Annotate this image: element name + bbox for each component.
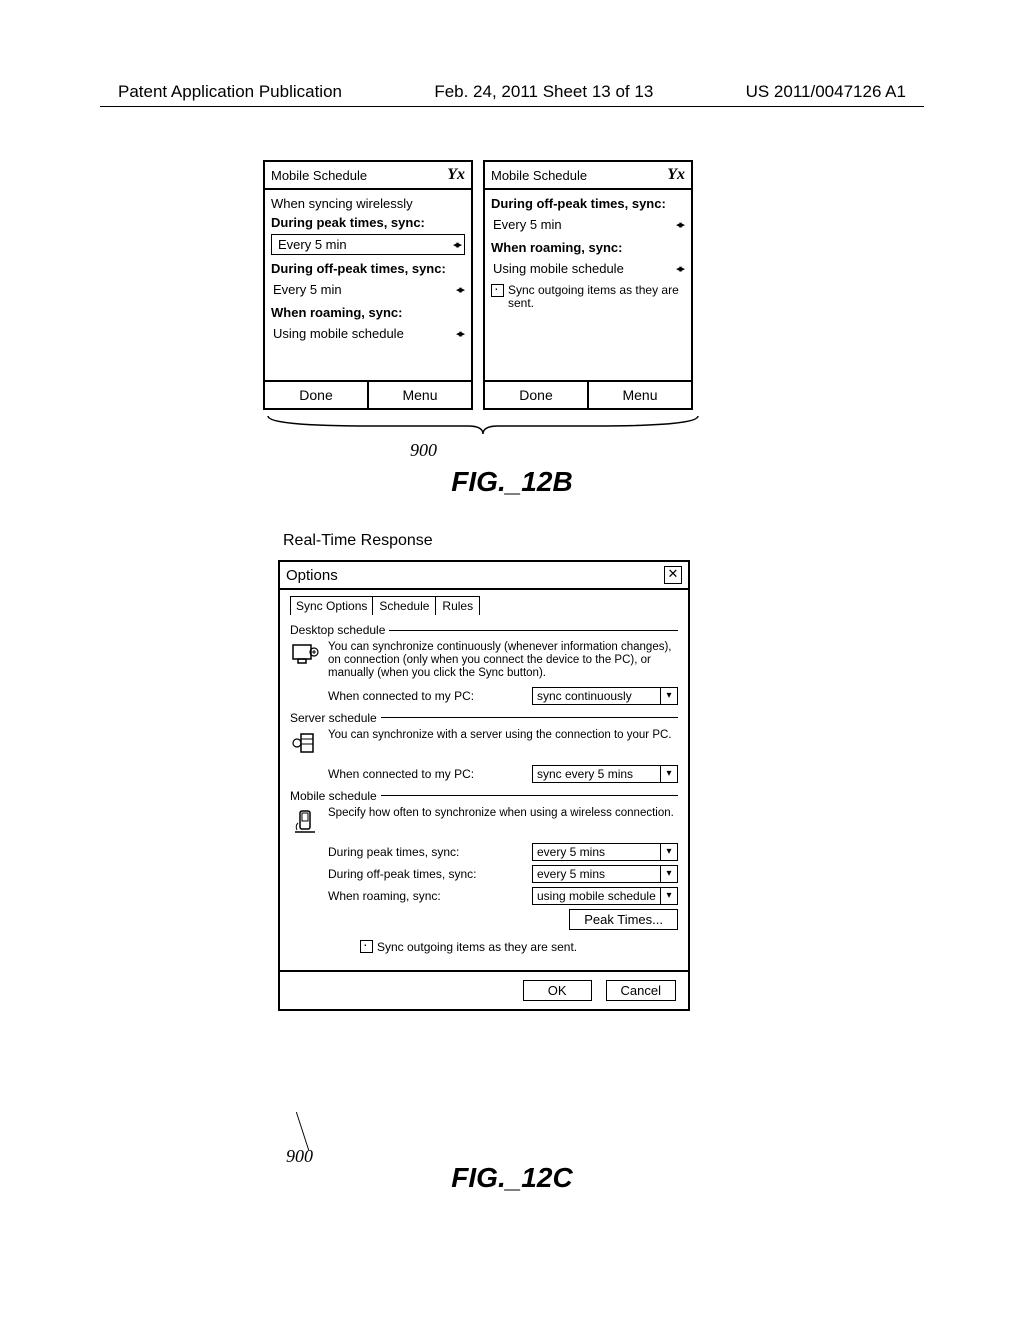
checkbox-label: Sync outgoing items as they are sent. xyxy=(508,284,685,310)
header-left: Patent Application Publication xyxy=(118,82,342,102)
mobile-schedule-panel-left: Mobile Schedule Yx When syncing wireless… xyxy=(263,160,473,410)
cancel-button[interactable]: Cancel xyxy=(606,980,676,1001)
chevron-down-icon: ▾ xyxy=(660,844,677,860)
label-offpeak-times: During off-peak times, sync: xyxy=(271,261,465,276)
spinner-arrows-icon: ◂▸ xyxy=(453,238,460,251)
mobile-schedule-description: Specify how often to synchronize when us… xyxy=(328,807,678,837)
desktop-schedule-description: You can synchronize continuously (whenev… xyxy=(328,641,678,681)
tab-schedule[interactable]: Schedule xyxy=(372,596,436,615)
chevron-down-icon: ▾ xyxy=(660,888,677,904)
spinner-arrows-icon: ◂▸ xyxy=(456,283,463,296)
server-sync-select[interactable]: sync every 5 mins ▾ xyxy=(532,765,678,783)
done-button[interactable]: Done xyxy=(265,382,369,408)
tab-sync-options[interactable]: Sync Options xyxy=(290,596,373,615)
panel-title: Mobile Schedule xyxy=(491,168,587,183)
menu-button[interactable]: Menu xyxy=(369,382,471,408)
roaming-spinner-value: Using mobile schedule xyxy=(273,326,404,341)
spinner-arrows-icon: ◂▸ xyxy=(456,327,463,340)
server-row-label: When connected to my PC: xyxy=(328,767,524,781)
chevron-down-icon: ▾ xyxy=(660,866,677,882)
select-value: using mobile schedule xyxy=(533,888,660,904)
mobile-peak-select[interactable]: every 5 mins ▾ xyxy=(532,843,678,861)
checkbox-icon xyxy=(360,940,373,953)
group-label-desktop: Desktop schedule xyxy=(290,623,385,637)
panel-title: Mobile Schedule xyxy=(271,168,367,183)
group-label-mobile: Mobile schedule xyxy=(290,789,377,803)
chevron-down-icon: ▾ xyxy=(660,766,677,782)
figure-label-12b: FIG._12B xyxy=(0,466,1024,498)
roaming-spinner-value: Using mobile schedule xyxy=(493,261,624,276)
label-peak-times: During peak times, sync: xyxy=(271,215,465,230)
divider xyxy=(381,717,678,718)
tab-rules[interactable]: Rules xyxy=(435,596,480,615)
mobile-roaming-select[interactable]: using mobile schedule ▾ xyxy=(532,887,678,905)
checkbox-icon xyxy=(491,284,504,297)
select-value: sync every 5 mins xyxy=(533,766,660,782)
header-center: Feb. 24, 2011 Sheet 13 of 13 xyxy=(434,82,653,102)
page-header: Patent Application Publication Feb. 24, … xyxy=(118,82,906,102)
desktop-row-label: When connected to my PC: xyxy=(328,689,524,703)
divider xyxy=(389,630,678,631)
reference-numeral-900: 900 xyxy=(410,440,437,461)
mobile-icon xyxy=(290,807,320,837)
offpeak-spinner-value: Every 5 min xyxy=(273,282,342,297)
offpeak-spinner[interactable]: Every 5 min ◂▸ xyxy=(491,215,685,234)
chevron-down-icon: ▾ xyxy=(660,688,677,704)
signal-icon: Yx xyxy=(667,166,685,184)
done-button[interactable]: Done xyxy=(485,382,589,408)
divider xyxy=(381,795,678,796)
ok-button[interactable]: OK xyxy=(523,980,592,1001)
label-roaming: When roaming, sync: xyxy=(271,305,465,320)
offpeak-spinner-value: Every 5 min xyxy=(493,217,562,232)
tabs: Sync Options Schedule Rules xyxy=(290,596,678,615)
peak-spinner-value: Every 5 min xyxy=(278,237,347,252)
figure-label-12c: FIG._12C xyxy=(0,1162,1024,1194)
mobile-offpeak-label: During off-peak times, sync: xyxy=(328,867,524,881)
label-syncing-wirelessly: When syncing wirelessly xyxy=(271,196,465,211)
header-rule xyxy=(100,106,924,107)
label-roaming: When roaming, sync: xyxy=(491,240,685,255)
mobile-schedule-panel-right: Mobile Schedule Yx During off-peak times… xyxy=(483,160,693,410)
server-schedule-description: You can synchronize with a server using … xyxy=(328,729,678,759)
fig12c-caption: Real-Time Response xyxy=(283,532,433,550)
desktop-icon xyxy=(290,641,320,671)
menu-button[interactable]: Menu xyxy=(589,382,691,408)
sync-outgoing-checkbox[interactable]: Sync outgoing items as they are sent. xyxy=(491,284,685,310)
figure-12b: Mobile Schedule Yx When syncing wireless… xyxy=(263,160,703,434)
mobile-offpeak-select[interactable]: every 5 mins ▾ xyxy=(532,865,678,883)
signal-icon: Yx xyxy=(447,166,465,184)
header-right: US 2011/0047126 A1 xyxy=(746,82,906,102)
select-value: every 5 mins xyxy=(533,866,660,882)
spinner-arrows-icon: ◂▸ xyxy=(676,218,683,231)
brace-icon xyxy=(263,414,703,434)
dialog-title: Options xyxy=(286,567,338,584)
group-label-server: Server schedule xyxy=(290,711,377,725)
roaming-spinner[interactable]: Using mobile schedule ◂▸ xyxy=(491,259,685,278)
checkbox-label: Sync outgoing items as they are sent. xyxy=(377,940,577,954)
label-offpeak-times: During off-peak times, sync: xyxy=(491,196,685,211)
close-icon[interactable]: ✕ xyxy=(664,566,682,584)
server-icon xyxy=(290,729,320,759)
offpeak-spinner[interactable]: Every 5 min ◂▸ xyxy=(271,280,465,299)
mobile-peak-label: During peak times, sync: xyxy=(328,845,524,859)
roaming-spinner[interactable]: Using mobile schedule ◂▸ xyxy=(271,324,465,343)
peak-spinner[interactable]: Every 5 min ◂▸ xyxy=(271,234,465,255)
desktop-sync-select[interactable]: sync continuously ▾ xyxy=(532,687,678,705)
options-dialog: Options ✕ Sync Options Schedule Rules De… xyxy=(278,560,690,1011)
peak-times-button[interactable]: Peak Times... xyxy=(569,909,678,930)
select-value: every 5 mins xyxy=(533,844,660,860)
sync-outgoing-checkbox[interactable]: Sync outgoing items as they are sent. xyxy=(360,940,678,954)
mobile-roaming-label: When roaming, sync: xyxy=(328,889,524,903)
select-value: sync continuously xyxy=(533,688,660,704)
leader-line xyxy=(296,1112,349,1150)
spinner-arrows-icon: ◂▸ xyxy=(676,262,683,275)
